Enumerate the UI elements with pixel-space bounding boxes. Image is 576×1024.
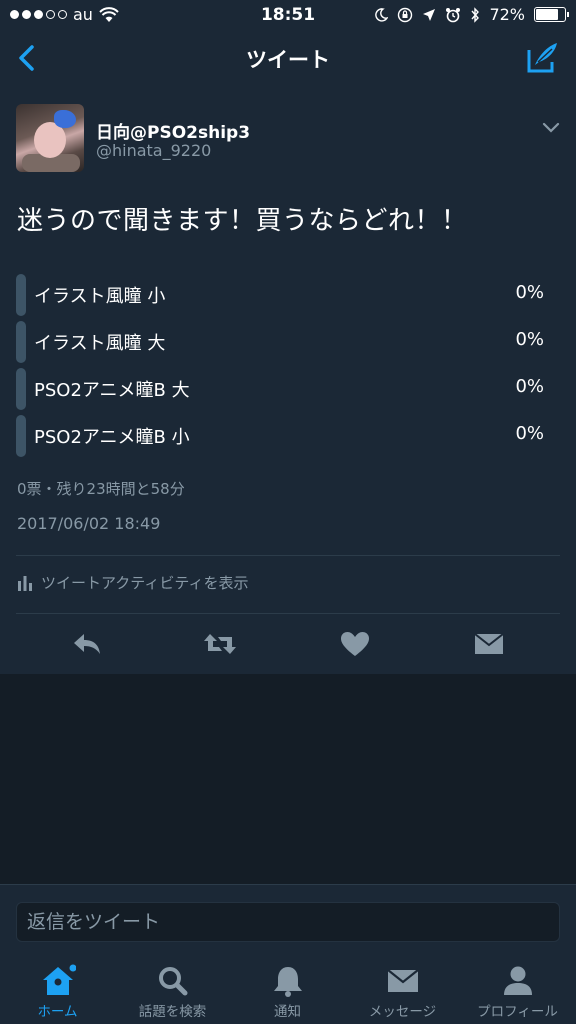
tab-home[interactable]: ホーム — [0, 956, 115, 1024]
divider — [16, 555, 560, 556]
poll-option-percent: 0% — [515, 329, 544, 350]
poll-option-label: イラスト風瞳 大 — [34, 333, 166, 354]
tab-bar: ホーム 話題を検索 通知 メッセージ プロフィール — [0, 956, 576, 1024]
tweet-text: 迷うので聞きます！買うならどれ！！ — [17, 206, 468, 236]
tab-search[interactable]: 話題を検索 — [115, 956, 230, 1024]
avatar[interactable] — [16, 104, 84, 172]
poll-option-label: PSO2アニメ瞳B 大 — [34, 380, 190, 401]
tab-label: 話題を検索 — [138, 1004, 207, 1020]
tab-label: メッセージ — [368, 1004, 437, 1020]
nav-bar: ツイート — [0, 30, 576, 88]
tweet-detail: 日向@PSO2ship3 @hinata_9220 迷うので聞きます！買うならど… — [0, 88, 576, 674]
poll-option[interactable]: PSO2アニメ瞳B 小 0% — [16, 413, 544, 460]
rotation-lock-icon — [398, 7, 413, 22]
reply-bar — [0, 884, 576, 956]
poll-result-bar — [16, 274, 26, 316]
poll-option[interactable]: PSO2アニメ瞳B 大 0% — [16, 366, 544, 413]
person-icon — [504, 966, 532, 995]
display-name[interactable]: 日向@PSO2ship3 — [96, 118, 250, 143]
poll-option-percent: 0% — [515, 423, 544, 444]
divider — [16, 613, 560, 614]
tab-label: 通知 — [274, 1004, 301, 1020]
direct-message-icon[interactable] — [472, 630, 506, 658]
tab-profile[interactable]: プロフィール — [460, 956, 575, 1024]
tab-label: プロフィール — [477, 1004, 558, 1020]
bell-icon — [274, 967, 302, 997]
poll-meta: 0票・残り23時間と58分 — [17, 480, 185, 498]
tweet-timestamp: 2017/06/02 18:49 — [17, 514, 161, 533]
status-bar: au 18:51 72% — [0, 0, 576, 30]
reply-input[interactable] — [16, 902, 560, 942]
like-heart-icon[interactable] — [338, 630, 372, 658]
poll: イラスト風瞳 小 0% イラスト風瞳 大 0% PSO2アニメ瞳B 大 0% P… — [16, 272, 544, 460]
poll-option-label: イラスト風瞳 小 — [34, 286, 166, 307]
page-title: ツイート — [246, 48, 330, 72]
poll-option[interactable]: イラスト風瞳 小 0% — [16, 272, 544, 319]
poll-result-bar — [16, 415, 26, 457]
tweet-activity-link[interactable]: ツイートアクティビティを表示 — [17, 572, 248, 593]
poll-option[interactable]: イラスト風瞳 大 0% — [16, 319, 544, 366]
tab-notifications[interactable]: 通知 — [230, 956, 345, 1024]
status-icons: 72% — [374, 5, 569, 24]
chevron-down-icon[interactable] — [542, 122, 560, 134]
user-handle[interactable]: @hinata_9220 — [96, 141, 211, 160]
location-icon — [423, 8, 436, 21]
poll-option-label: PSO2アニメ瞳B 小 — [34, 427, 190, 448]
alarm-icon — [446, 7, 461, 22]
tweet-activity-label: ツイートアクティビティを表示 — [41, 574, 249, 592]
reply-icon[interactable] — [70, 630, 104, 658]
poll-result-bar — [16, 368, 26, 410]
battery-icon — [534, 7, 569, 22]
bar-chart-icon — [18, 575, 32, 591]
bluetooth-icon — [471, 6, 480, 23]
tab-label: ホーム — [37, 1004, 78, 1020]
envelope-icon — [387, 969, 419, 992]
compose-tweet-icon[interactable] — [526, 40, 560, 74]
search-icon — [159, 967, 188, 996]
battery-percent: 72% — [489, 5, 525, 24]
poll-option-percent: 0% — [515, 282, 544, 303]
poll-result-bar — [16, 321, 26, 363]
tweet-actions — [0, 618, 576, 668]
tab-messages[interactable]: メッセージ — [345, 956, 460, 1024]
moon-icon — [375, 7, 389, 22]
retweet-icon[interactable] — [203, 630, 237, 658]
home-icon — [43, 964, 76, 995]
poll-option-percent: 0% — [515, 376, 544, 397]
